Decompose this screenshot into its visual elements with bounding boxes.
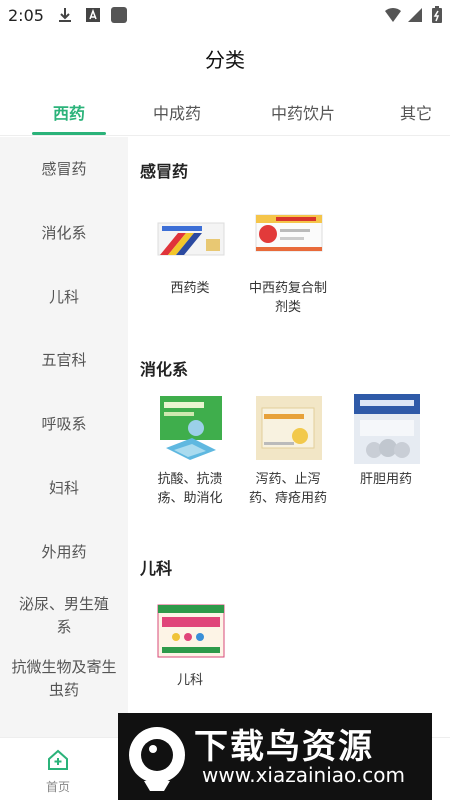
battery-icon bbox=[432, 6, 442, 23]
sidebar-item-ent[interactable]: 五官科 bbox=[0, 349, 128, 372]
category-sidebar: 感冒药 消化系 儿科 五官科 呼吸系 妇科 外用药 泌尿、男生殖系 抗微生物及寄… bbox=[0, 137, 128, 737]
sidebar-item-gynecology[interactable]: 妇科 bbox=[0, 477, 128, 500]
notification-square-icon bbox=[111, 7, 127, 23]
category-item-antacid[interactable]: 抗酸、抗溃疡、助消化 bbox=[148, 390, 232, 530]
sidebar-item-digestive[interactable]: 消化系 bbox=[0, 222, 128, 245]
signal-icon bbox=[408, 8, 422, 22]
download-icon bbox=[59, 8, 71, 22]
watermark: 下载鸟资源 www.xiazainiao.com bbox=[118, 713, 432, 800]
tab-others[interactable]: 其它 bbox=[388, 100, 444, 124]
sidebar-item-cold-medicine[interactable]: 感冒药 bbox=[0, 158, 128, 181]
tab-herbal-pieces[interactable]: 中药饮片 bbox=[258, 100, 348, 124]
product-thumbnail bbox=[256, 396, 322, 460]
home-icon bbox=[48, 749, 68, 770]
wifi-icon bbox=[385, 7, 401, 22]
status-bar: 2:05 bbox=[0, 0, 450, 30]
category-item-label: 中西药复合制剂类 bbox=[248, 281, 327, 315]
sidebar-item-respiratory[interactable]: 呼吸系 bbox=[0, 413, 128, 436]
product-thumbnail bbox=[157, 604, 225, 658]
bird-logo-icon bbox=[129, 727, 185, 791]
category-item-pediatrics[interactable]: 儿科 bbox=[148, 593, 232, 693]
category-item-label: 肝胆用药 bbox=[359, 472, 412, 487]
category-content: 感冒药 西药类 中西药复合制剂类 消化系 抗酸、抗溃疡、助消化 泻药、止泻药、痔… bbox=[128, 137, 450, 737]
sidebar-item-antimicrobial[interactable]: 抗微生物及寄生虫药 bbox=[0, 656, 128, 702]
tab-chinese-patent-medicine[interactable]: 中成药 bbox=[140, 100, 214, 124]
product-thumbnail bbox=[157, 222, 225, 256]
category-item-compound[interactable]: 中西药复合制剂类 bbox=[246, 195, 330, 315]
category-item-label: 抗酸、抗溃疡、助消化 bbox=[157, 472, 223, 506]
tab-western-medicine[interactable]: 西药 bbox=[32, 100, 106, 124]
product-thumbnail bbox=[160, 396, 222, 460]
category-item-label: 西药类 bbox=[170, 281, 210, 296]
category-item-liver[interactable]: 肝胆用药 bbox=[344, 390, 428, 530]
section-title: 感冒药 bbox=[140, 162, 189, 181]
product-thumbnail bbox=[255, 214, 323, 252]
sidebar-item-pediatrics[interactable]: 儿科 bbox=[0, 286, 128, 309]
active-tab-indicator bbox=[32, 132, 106, 135]
section-title: 儿科 bbox=[140, 559, 173, 578]
category-item-label: 泻药、止泻药、痔疮用药 bbox=[248, 472, 327, 506]
category-item-western[interactable]: 西药类 bbox=[148, 195, 232, 315]
category-tabs: 西药 中成药 中药饮片 其它 bbox=[0, 90, 450, 136]
section-title: 消化系 bbox=[140, 360, 189, 379]
page-title: 分类 bbox=[205, 48, 245, 72]
status-time: 2:05 bbox=[8, 6, 44, 25]
sidebar-item-external[interactable]: 外用药 bbox=[0, 541, 128, 564]
product-thumbnail bbox=[354, 394, 420, 464]
app-notification-icon bbox=[86, 8, 100, 22]
category-item-label: 儿科 bbox=[176, 673, 203, 688]
watermark-url: www.xiazainiao.com bbox=[202, 763, 405, 787]
category-item-laxative[interactable]: 泻药、止泻药、痔疮用药 bbox=[246, 390, 330, 530]
sidebar-item-urology[interactable]: 泌尿、男生殖系 bbox=[0, 593, 128, 639]
nav-home[interactable]: 首页 bbox=[30, 746, 86, 798]
watermark-title: 下载鸟资源 bbox=[194, 727, 374, 767]
nav-home-label: 首页 bbox=[45, 780, 70, 794]
